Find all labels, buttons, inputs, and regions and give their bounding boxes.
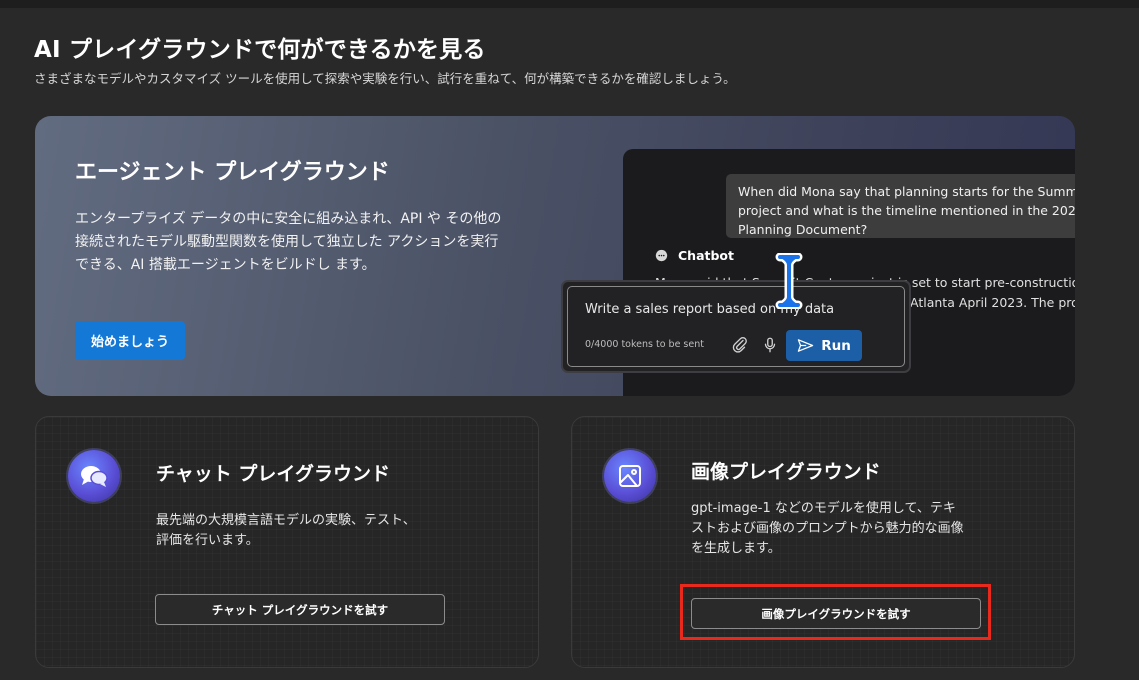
agent-playground-description: エンタープライズ データの中に安全に組み込まれ、API や その他の接続されたモ… <box>75 211 502 273</box>
try-chat-playground-button[interactable]: チャット プレイグラウンドを試す <box>155 594 445 625</box>
chatbot-name: Chatbot <box>678 248 734 263</box>
page-title: AI プレイグラウンドで何ができるかを見る <box>34 37 486 63</box>
user-message-line: Planning Document? <box>738 222 868 237</box>
image-icon <box>604 450 656 502</box>
highlight-box <box>680 584 991 640</box>
description-line: ストおよび画像のプロンプトから魅力的な画像 <box>691 521 964 536</box>
description-line: gpt-image-1 などのモデルを使用して、テキ <box>691 501 956 516</box>
chat-playground-description: 最先端の大規模言語モデルの実験、テスト、 評価を行います。 <box>156 511 416 551</box>
image-playground-description: gpt-image-1 などのモデルを使用して、テキ ストおよび画像のプロンプト… <box>691 499 964 559</box>
prompt-box: Write a sales report based on my data 0/… <box>561 280 911 373</box>
description-line: 評価を行います。 <box>156 533 259 548</box>
page-subtitle: さまざまなモデルやカスタマイズ ツールを使用して探索や実験を行い、試行を重ねて、… <box>34 71 736 86</box>
image-playground-title: 画像プレイグラウンド <box>691 461 881 483</box>
run-button-label: Run <box>821 337 851 354</box>
chat-playground-title: チャット プレイグラウンド <box>156 463 391 485</box>
microphone-icon[interactable] <box>761 336 779 354</box>
user-message-bubble: When did Mona say that planning starts f… <box>726 174 1075 238</box>
get-started-button[interactable]: 始めましょう <box>75 321 185 360</box>
chatbot-icon <box>655 249 668 262</box>
send-icon <box>797 339 814 352</box>
text-cursor-icon <box>775 253 803 309</box>
agent-playground-title: エージェント プレイグラウンド <box>75 160 390 185</box>
top-bar <box>0 0 1139 8</box>
chat-bubbles-icon <box>68 450 120 502</box>
run-button[interactable]: Run <box>786 330 862 361</box>
token-counter: 0/4000 tokens to be sent <box>585 339 704 350</box>
paperclip-icon[interactable] <box>731 336 749 354</box>
user-message-line: When did Mona say that planning starts f… <box>738 184 1075 199</box>
description-line: を生成します。 <box>691 541 781 556</box>
prompt-input[interactable]: Write a sales report based on my data 0/… <box>567 286 905 367</box>
agent-playground-hero: エージェント プレイグラウンド エンタープライズ データの中に安全に組み込まれ、… <box>35 116 1075 396</box>
user-message-line: project and what is the timeline mention… <box>738 203 1075 218</box>
chat-playground-card: チャット プレイグラウンド 最先端の大規模言語モデルの実験、テスト、 評価を行い… <box>35 416 539 668</box>
description-line: 最先端の大規模言語モデルの実験、テスト、 <box>156 513 416 528</box>
chatbot-header: Chatbot <box>655 248 734 263</box>
